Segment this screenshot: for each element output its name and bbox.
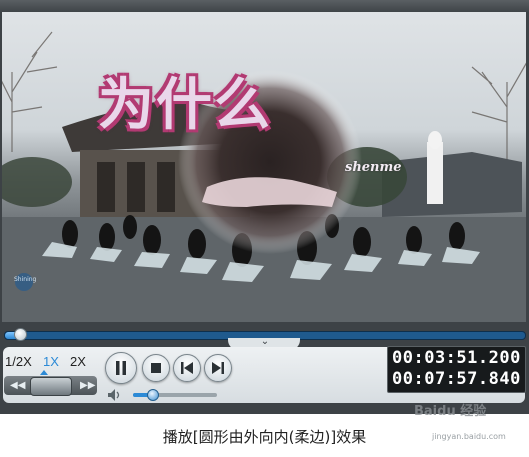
volume-icon[interactable] bbox=[107, 388, 123, 402]
volume-slider[interactable] bbox=[133, 393, 217, 397]
tree-left bbox=[2, 31, 58, 152]
fast-forward-icon[interactable]: ▶▶ bbox=[80, 378, 95, 393]
overlay-subtitle-text: shenme bbox=[345, 160, 402, 175]
pause-button[interactable] bbox=[105, 352, 137, 384]
stop-icon bbox=[151, 363, 161, 373]
video-frame-scene bbox=[2, 31, 526, 322]
speed-half-button[interactable]: 1/2X bbox=[5, 354, 32, 369]
speed-slider-thumb[interactable] bbox=[30, 377, 72, 396]
previous-icon bbox=[181, 362, 193, 374]
pause-icon bbox=[116, 361, 126, 375]
overlay-title-text: 为什么 bbox=[98, 73, 272, 138]
previous-button[interactable] bbox=[173, 354, 201, 382]
speed-1x-button[interactable]: 1X bbox=[43, 354, 59, 369]
speed-2x-button[interactable]: 2X bbox=[70, 354, 86, 369]
current-time: 00:03:51.200 bbox=[392, 348, 521, 368]
volume-knob[interactable] bbox=[147, 389, 159, 401]
seek-knob[interactable] bbox=[14, 328, 27, 341]
speed-selected-indicator-icon bbox=[40, 370, 48, 375]
watermark-url: jingyan.baidu.com bbox=[432, 432, 506, 441]
channel-logo-text: Shining bbox=[14, 276, 37, 283]
next-button[interactable] bbox=[204, 354, 232, 382]
next-icon bbox=[212, 362, 224, 374]
video-area[interactable]: 为什么 shenme Shining bbox=[2, 12, 526, 322]
white-statue bbox=[427, 142, 443, 204]
title-bar bbox=[0, 0, 529, 12]
watermark-text: Baidu 经验 bbox=[414, 404, 487, 419]
rewind-icon[interactable]: ◀◀ bbox=[10, 378, 25, 393]
stop-button[interactable] bbox=[142, 354, 170, 382]
tree-right bbox=[471, 62, 526, 162]
total-time: 00:07:57.840 bbox=[392, 369, 521, 389]
